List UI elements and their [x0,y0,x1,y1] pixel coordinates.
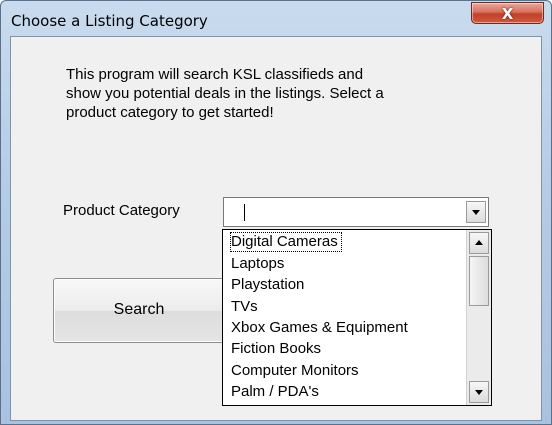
title-bar[interactable]: Choose a Listing Category X [1,1,551,35]
list-item[interactable]: Xbox Games & Equipment [231,319,408,337]
description-text: This program will search KSL classifieds… [66,65,486,122]
close-button[interactable]: X [471,2,544,24]
list-item[interactable]: TVs [231,298,258,316]
chevron-down-icon [472,210,480,215]
description-line-1: This program will search KSL classifieds… [66,66,364,83]
search-button-label: Search [113,301,165,318]
product-category-combobox[interactable] [223,197,489,227]
dialog-client-area: This program will search KSL classifieds… [10,36,542,421]
text-cursor [244,204,245,221]
list-item[interactable]: Computer Monitors [231,362,359,380]
close-icon: X [501,5,514,23]
vertical-scrollbar[interactable] [466,230,491,405]
window-title: Choose a Listing Category [11,12,208,30]
product-category-label: Product Category [63,202,180,219]
search-button[interactable]: Search [53,278,225,343]
description-line-2: show you potential deals in the listings… [66,85,384,102]
dropdown-button[interactable] [466,201,486,223]
category-dropdown-list[interactable]: Digital Cameras Laptops Playstation TVs … [222,229,492,406]
scroll-down-button[interactable] [469,381,489,403]
description-line-3: product category to get started! [66,104,274,121]
scroll-up-button[interactable] [469,232,489,254]
scrollbar-thumb[interactable] [469,256,489,306]
scroll-down-arrow-icon [475,390,483,395]
list-item[interactable]: Laptops [231,255,284,273]
list-item[interactable]: Fiction Books [231,340,321,358]
scroll-up-arrow-icon [475,240,483,245]
list-item[interactable]: Digital Cameras [230,232,342,252]
list-item[interactable]: Playstation [231,276,304,294]
list-item[interactable]: Palm / PDA's [231,383,319,401]
dialog-window: Choose a Listing Category X This program… [0,0,552,425]
